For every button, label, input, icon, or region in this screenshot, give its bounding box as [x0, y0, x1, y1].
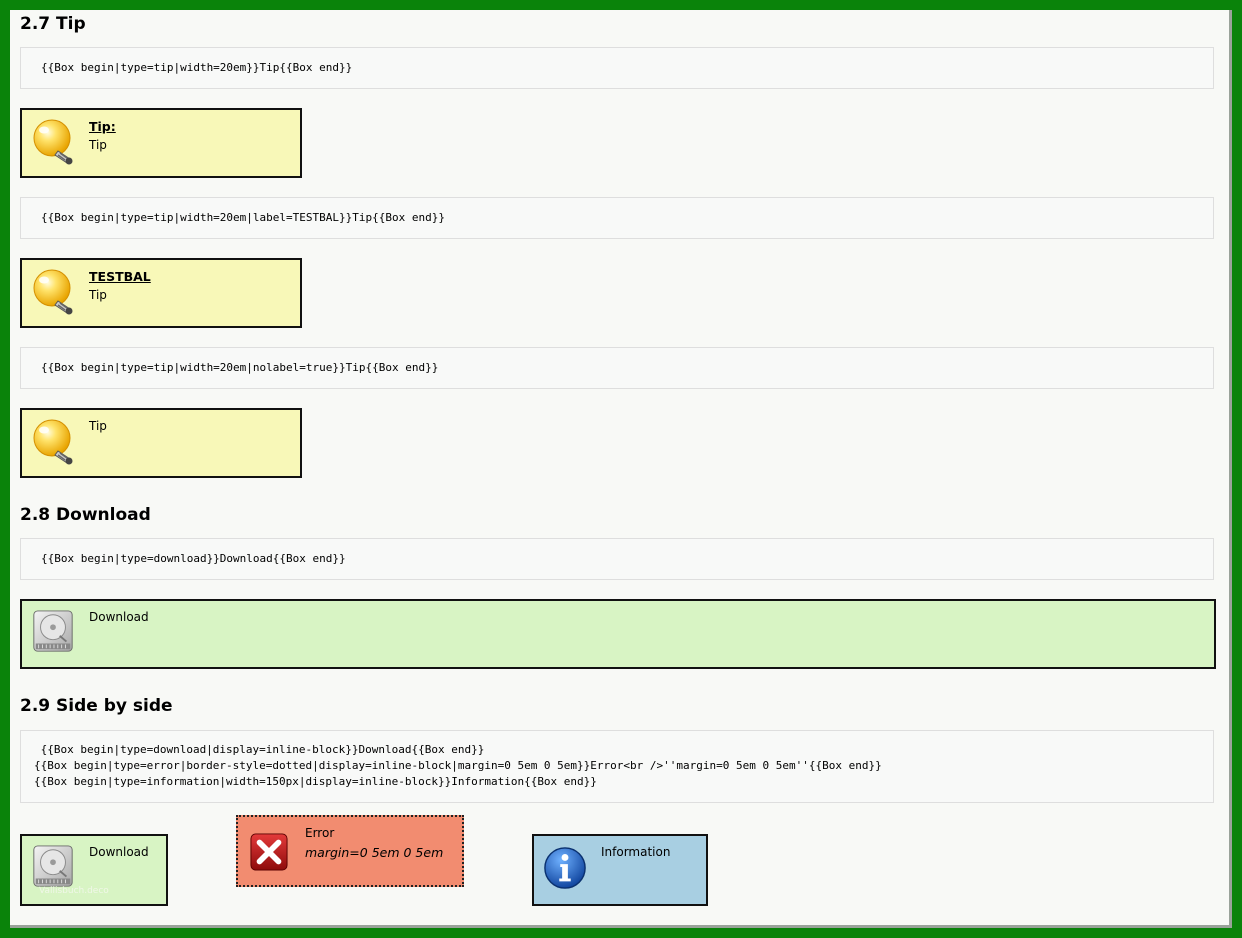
- hard-drive-icon: [30, 609, 76, 655]
- code-block-tip-3: {{Box begin|type=tip|width=20em|nolabel=…: [20, 347, 1214, 389]
- lightbulb-icon: [30, 268, 78, 316]
- tip-box-2: TESTBAL Tip: [20, 258, 302, 328]
- hard-drive-icon: [30, 844, 76, 890]
- error-box: Error margin=0 5em 0 5em: [236, 815, 464, 887]
- section-heading-side-by-side: 2.9 Side by side: [20, 696, 173, 716]
- tip-box-label: Tip:: [89, 119, 116, 134]
- lightbulb-icon: [30, 418, 78, 466]
- section-heading-download: 2.8 Download: [20, 505, 151, 525]
- code-block-download: {{Box begin|type=download}}Download{{Box…: [20, 538, 1214, 580]
- download-box-inline: Download Vallisbuch.deco: [20, 834, 168, 906]
- information-icon: [543, 846, 587, 890]
- lightbulb-icon: [30, 118, 78, 166]
- code-block-tip-2: {{Box begin|type=tip|width=20em|label=TE…: [20, 197, 1214, 239]
- tip-box-text: Tip: [89, 288, 107, 302]
- error-x-icon: [250, 833, 288, 871]
- watermark-text: Vallisbuch.deco: [39, 886, 109, 896]
- tip-box-text: Tip: [89, 419, 107, 433]
- tip-box-3: Tip: [20, 408, 302, 478]
- tip-box-label: TESTBAL: [89, 269, 151, 284]
- tip-box-text: Tip: [89, 138, 107, 152]
- information-box: Information: [532, 834, 708, 906]
- download-box-text: Download: [89, 610, 149, 624]
- section-heading-tip: 2.7 Tip: [20, 14, 86, 34]
- download-box-text: Download: [89, 845, 149, 859]
- code-block-side-by-side: {{Box begin|type=download|display=inline…: [20, 730, 1214, 803]
- download-box: Download: [20, 599, 1216, 669]
- error-box-margin-text: margin=0 5em 0 5em: [305, 845, 444, 860]
- code-block-tip-1: {{Box begin|type=tip|width=20em}}Tip{{Bo…: [20, 47, 1214, 89]
- page-content: 2.7 Tip {{Box begin|type=tip|width=20em}…: [10, 10, 1232, 928]
- tip-box-1: Tip: Tip: [20, 108, 302, 178]
- error-box-text: Error: [305, 826, 335, 840]
- information-box-text: Information: [601, 845, 671, 859]
